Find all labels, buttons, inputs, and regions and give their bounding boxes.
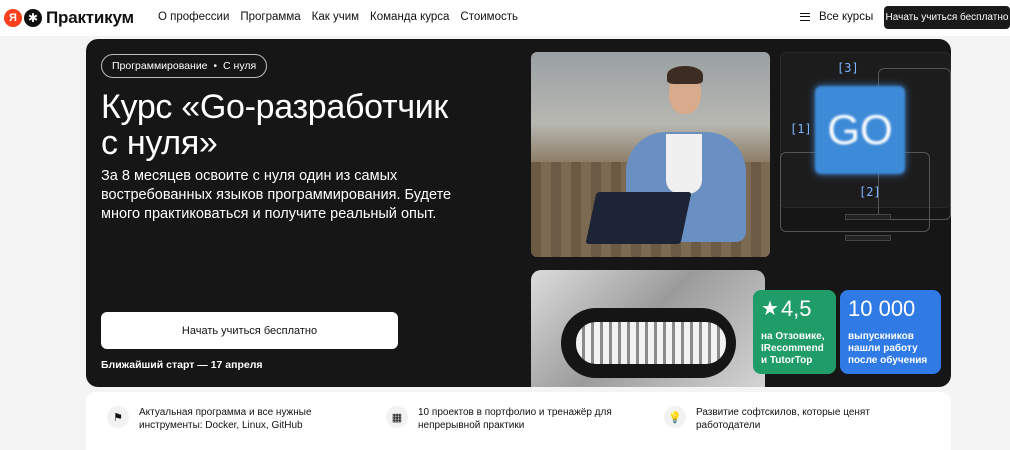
bullet-icon: •: [213, 60, 218, 72]
go-illustration: GO [3] [1] [2]: [780, 52, 951, 287]
grid-icon: ▦: [386, 406, 408, 428]
graduates-card: 10 000 выпускников нашли работу после об…: [840, 290, 941, 374]
graduates-value: 10 000: [848, 296, 916, 321]
feature-text: 10 проектов в портфолио и тренажёр для н…: [418, 407, 612, 431]
rating-text: на Отзовике, IRecommend и TutorTop: [761, 331, 825, 366]
nav-item-how-we-teach[interactable]: Как учим: [312, 11, 359, 23]
all-courses-button[interactable]: Все курсы: [800, 11, 873, 23]
tag-category: Программирование: [112, 60, 208, 72]
main-nav: О профессии Программа Как учим Команда к…: [158, 11, 518, 23]
bulb-icon: 💡: [664, 406, 686, 428]
feature-text: Развитие софтскилов, которые ценят работ…: [696, 407, 870, 431]
nav-item-program[interactable]: Программа: [240, 11, 300, 23]
laptop-shape: [585, 192, 692, 244]
next-start-date: Ближайший старт — 17 апреля: [101, 359, 263, 371]
go-logo-icon: GO: [815, 86, 905, 174]
feature-text: Актуальная программа и все нужные инстру…: [139, 407, 312, 431]
tag-level: С нуля: [223, 60, 257, 72]
nav-item-price[interactable]: Стоимость: [460, 11, 518, 23]
star-icon: ★: [761, 298, 779, 320]
hero-section: Программирование • С нуля Курс «Go-разра…: [86, 39, 951, 387]
title-line-2: с нуля»: [101, 124, 218, 162]
menu-icon: [800, 13, 810, 21]
course-tag: Программирование • С нуля: [101, 54, 268, 78]
header-start-free-button[interactable]: Начать учиться бесплатно: [884, 6, 1010, 29]
feature-item-program: ⚑ Актуальная программа и все нужные инст…: [107, 406, 339, 432]
connector-2: [845, 235, 891, 241]
all-courses-label: Все курсы: [819, 11, 874, 23]
page-title: Курс «Go-разработчик с нуля»: [101, 89, 521, 161]
logo-text: Практикум: [46, 8, 134, 27]
hero-subtitle: За 8 месяцев освоите с нуля один из самы…: [101, 168, 452, 222]
student-photo: [531, 52, 770, 257]
rating-card: ★ 4,5 на Отзовике, IRecommend и TutorTop: [753, 290, 836, 374]
label-3: [3]: [837, 61, 859, 75]
spiral-coil: [576, 322, 726, 364]
tee-shape: [666, 134, 702, 194]
feature-item-projects: ▦ 10 проектов в портфолио и тренажёр для…: [386, 406, 618, 432]
label-1: [1]: [790, 122, 812, 136]
connector-1: [845, 214, 891, 220]
nav-item-about[interactable]: О профессии: [158, 11, 229, 23]
title-line-1: Курс «Go-разработчик: [101, 88, 448, 126]
flag-icon: ⚑: [107, 406, 129, 428]
hair-shape: [667, 66, 703, 84]
yandex-logo-icon: Я: [4, 9, 22, 27]
asterisk-logo-icon: ✱: [24, 9, 42, 27]
graduates-text: выпускников нашли работу после обучения: [848, 331, 928, 366]
nav-item-team[interactable]: Команда курса: [370, 11, 449, 23]
features-strip: ⚑ Актуальная программа и все нужные инст…: [86, 392, 951, 450]
site-header: Я ✱ Практикум О профессии Программа Как …: [0, 0, 1010, 36]
logo[interactable]: Я ✱ Практикум: [4, 8, 134, 28]
rating-value: 4,5: [780, 296, 812, 321]
spiral-illustration: [531, 270, 765, 387]
start-free-button[interactable]: Начать учиться бесплатно: [101, 312, 398, 349]
label-2: [2]: [859, 185, 881, 199]
feature-item-softskills: 💡 Развитие софтскилов, которые ценят раб…: [664, 406, 896, 432]
rating-value-row: ★ 4,5: [761, 297, 828, 321]
